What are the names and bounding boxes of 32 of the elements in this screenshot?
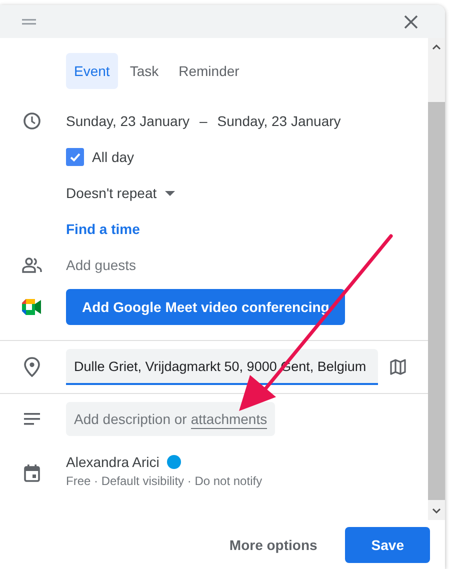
type-tab[interactable]: Event <box>66 53 118 89</box>
close-icon[interactable] <box>404 14 418 28</box>
end-date[interactable]: Sunday, 23 January <box>217 113 341 129</box>
all-day-checkbox[interactable] <box>66 148 84 166</box>
start-date[interactable]: Sunday, 23 January <box>66 113 190 129</box>
date-separator: – <box>200 113 208 129</box>
type-tab[interactable]: Task <box>122 53 167 89</box>
calendar-icon <box>24 464 40 482</box>
calendar-details: Free · Default visibility · Do not notify <box>66 474 262 488</box>
repeat-dropdown[interactable]: Doesn't repeat <box>66 185 175 201</box>
video-camera-icon <box>22 299 42 315</box>
meet-button[interactable]: Add Google Meet video conferencing <box>66 289 346 325</box>
scroll-down-icon[interactable] <box>432 508 441 514</box>
scroll-up-icon[interactable] <box>432 44 441 50</box>
people-icon <box>22 257 42 273</box>
save-button[interactable]: Save <box>345 526 430 562</box>
description-icon <box>24 413 40 425</box>
more-options-button[interactable]: More options <box>217 526 330 562</box>
description-placeholder: Add description or <box>74 411 187 427</box>
description-field[interactable]: Add description or attachments <box>66 402 276 436</box>
caret-icon <box>164 190 175 196</box>
drag-handle-icon[interactable] <box>22 18 36 24</box>
type-tab[interactable]: Reminder <box>170 53 248 89</box>
all-day-label: All day <box>92 149 134 165</box>
location-pin-icon <box>24 357 40 377</box>
find-time-link[interactable]: Find a time <box>66 221 140 237</box>
scrollbar[interactable] <box>428 38 445 520</box>
clock-icon <box>23 112 41 130</box>
attachments-link[interactable]: attachments <box>190 410 268 428</box>
calendar-owner[interactable]: Alexandra Arici <box>66 454 160 470</box>
guests-field[interactable]: Add guests <box>66 257 266 273</box>
map-icon[interactable] <box>390 359 406 375</box>
